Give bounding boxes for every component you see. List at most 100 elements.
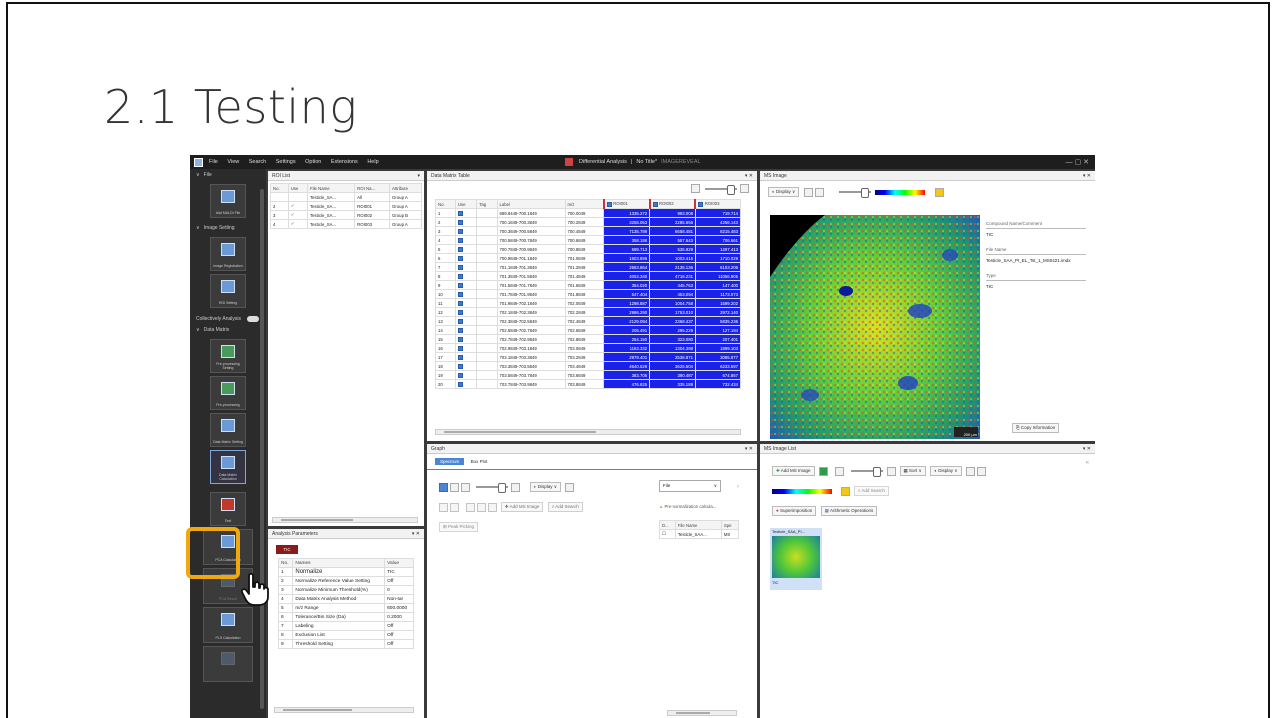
display-dropdown[interactable]: ◐ Display ∨: [930, 466, 962, 476]
checkbox-icon[interactable]: [457, 219, 463, 225]
col-use[interactable]: Use: [454, 199, 478, 209]
preprocessing-setting-button[interactable]: Pre-processing Setting: [210, 339, 246, 373]
sort-dropdown[interactable]: ▦ Sort ∨: [899, 466, 926, 476]
cell-use[interactable]: [454, 361, 478, 371]
chart-mode-icon[interactable]: [439, 482, 448, 492]
cell-use[interactable]: [454, 253, 478, 263]
cell-tag[interactable]: [476, 325, 498, 335]
grid-icon[interactable]: [887, 466, 897, 476]
table-row[interactable]: 6 700.9849-701.1849 701.0849 1603.896 1003.4…: [435, 253, 742, 263]
checkbox-icon[interactable]: [457, 291, 463, 297]
checkbox-icon[interactable]: [457, 264, 463, 270]
cell-tag[interactable]: [476, 379, 498, 389]
cell-tag[interactable]: [476, 352, 498, 362]
menu-option[interactable]: Option: [305, 159, 321, 165]
dm-hscrollbar[interactable]: [435, 429, 741, 435]
tab-spectrum[interactable]: Spectrum: [435, 458, 465, 465]
table-row[interactable]: 1 699.8449-700.1849 700.0049 1335.272 993.00…: [435, 208, 742, 218]
clear-icon[interactable]: [565, 482, 575, 492]
cell-tag[interactable]: [476, 244, 498, 254]
add-ms-image-button[interactable]: ✚ Add MS Image: [772, 466, 815, 476]
cell[interactable]: Non-tar: [384, 594, 414, 604]
col-no[interactable]: No.: [435, 199, 456, 209]
export-icon[interactable]: [818, 466, 828, 476]
checkbox-icon[interactable]: [457, 345, 463, 351]
cell-use[interactable]: [454, 262, 478, 272]
color-scale[interactable]: [772, 488, 832, 494]
cell-tag[interactable]: [476, 235, 498, 245]
copy-icon[interactable]: [439, 502, 448, 512]
settings-icon[interactable]: [841, 486, 851, 496]
table-row[interactable]: 4 ✓ Testicle_SA... ROI003 Group A: [270, 219, 422, 229]
cell-use[interactable]: [454, 298, 478, 308]
menu-help[interactable]: Help: [367, 159, 378, 165]
cell-use[interactable]: [454, 343, 478, 353]
graph-hscrollbar[interactable]: [667, 710, 737, 716]
section-image-setting[interactable]: ∨ Image Setting: [190, 222, 266, 234]
cell-use[interactable]: [454, 280, 478, 290]
pls-calculation-button[interactable]: PLS Calculation: [203, 607, 253, 643]
copy-information-button[interactable]: ⎘ Copy Information: [1012, 423, 1060, 433]
checkbox-icon[interactable]: [457, 372, 463, 378]
col-use[interactable]: Use: [287, 183, 309, 193]
data-matrix-setting-button[interactable]: Data Matrix Setting: [210, 413, 246, 447]
expand-icon[interactable]: [814, 187, 824, 197]
col-mz[interactable]: m/z: [564, 199, 605, 209]
checkbox-icon[interactable]: [457, 255, 463, 261]
table-row[interactable]: 16 702.9849-703.1849 703.0849 1163.332 1304.…: [435, 343, 742, 353]
table-row[interactable]: 4 Data Matrix Analysis Method Non-tar: [277, 594, 414, 604]
table-row[interactable]: 18 703.3849-703.5849 703.4849 4640.529 3625.…: [435, 361, 742, 371]
window-controls[interactable]: — ▢ ✕: [1066, 158, 1089, 166]
axis-icon[interactable]: [450, 482, 459, 492]
pane-controls[interactable]: ▾ ✕: [745, 444, 753, 454]
arithmetic-operations-button[interactable]: ▦ Arithmetic Operations: [820, 506, 878, 516]
cell-use[interactable]: [454, 307, 478, 317]
display-dropdown[interactable]: ◐ Display ∨: [529, 482, 562, 492]
home-icon[interactable]: [691, 184, 700, 193]
checkbox-icon[interactable]: [457, 228, 463, 234]
add-ms-image-button[interactable]: ✚ Add MS Image: [500, 502, 544, 512]
col-label[interactable]: Label: [496, 199, 566, 209]
next-tool-button[interactable]: [203, 646, 253, 682]
cell[interactable]: 0: [384, 585, 414, 595]
section-data-matrix[interactable]: ∨ Data Matrix: [190, 324, 266, 336]
checkbox-icon[interactable]: [457, 210, 463, 216]
menu-settings[interactable]: Settings: [276, 159, 296, 165]
table-row[interactable]: 13 702.3849-702.5849 702.4849 2129.094 2368.…: [435, 316, 742, 326]
table-row[interactable]: 20 703.7849-703.9849 703.8849 476.825 335.18…: [435, 379, 742, 389]
menu-extensions[interactable]: Extensions: [331, 159, 358, 165]
menu-search[interactable]: Search: [249, 159, 266, 165]
cell-tag[interactable]: [476, 271, 498, 281]
add-search-button[interactable]: ⌕ Add Search: [853, 486, 889, 496]
cell-tag[interactable]: [476, 280, 498, 290]
cell-tag[interactable]: [476, 262, 498, 272]
checkmark-icon[interactable]: ✓: [287, 210, 309, 220]
checkbox-icon[interactable]: [606, 201, 612, 207]
table-row[interactable]: 10 701.7849-701.9849 701.8849 547.404 453.09…: [435, 289, 742, 299]
section-file[interactable]: ∨ File: [190, 169, 266, 181]
checkbox-icon[interactable]: [457, 381, 463, 387]
zoom-slider[interactable]: [705, 184, 737, 195]
cell-use[interactable]: [454, 379, 478, 389]
checkbox-icon[interactable]: [457, 327, 463, 333]
col-roi003[interactable]: ROI003: [694, 199, 742, 209]
pane-controls[interactable]: ▾ ✕: [745, 171, 753, 181]
menu-file[interactable]: File: [209, 159, 218, 165]
cell-tag[interactable]: [476, 361, 498, 371]
table-row[interactable]: 2 700.1849-700.3849 700.2849 3255.053 2285.6…: [435, 217, 742, 227]
table-row[interactable]: 2 Normalize Reference Value Setting Off: [277, 576, 414, 586]
add-search-button[interactable]: ⌕ Add Search: [547, 502, 583, 512]
checkbox-icon[interactable]: [457, 246, 463, 252]
col-file-name[interactable]: File Name: [306, 183, 356, 193]
pane-controls[interactable]: ▾ ✕: [412, 529, 420, 539]
cell-use[interactable]: [454, 325, 478, 335]
checkbox-icon[interactable]: [457, 300, 463, 306]
tool-c-icon[interactable]: [488, 502, 498, 512]
col-roi002[interactable]: ROI002: [648, 199, 696, 209]
collectively-analysis-toggle-row[interactable]: Collectively Analysis: [190, 314, 266, 324]
cell-use[interactable]: [454, 244, 478, 254]
cell[interactable]: 0.2000: [384, 612, 414, 622]
collapse-icon[interactable]: «: [1086, 460, 1089, 466]
tool-b-icon[interactable]: [477, 502, 487, 512]
cell[interactable]: Off: [384, 576, 414, 586]
